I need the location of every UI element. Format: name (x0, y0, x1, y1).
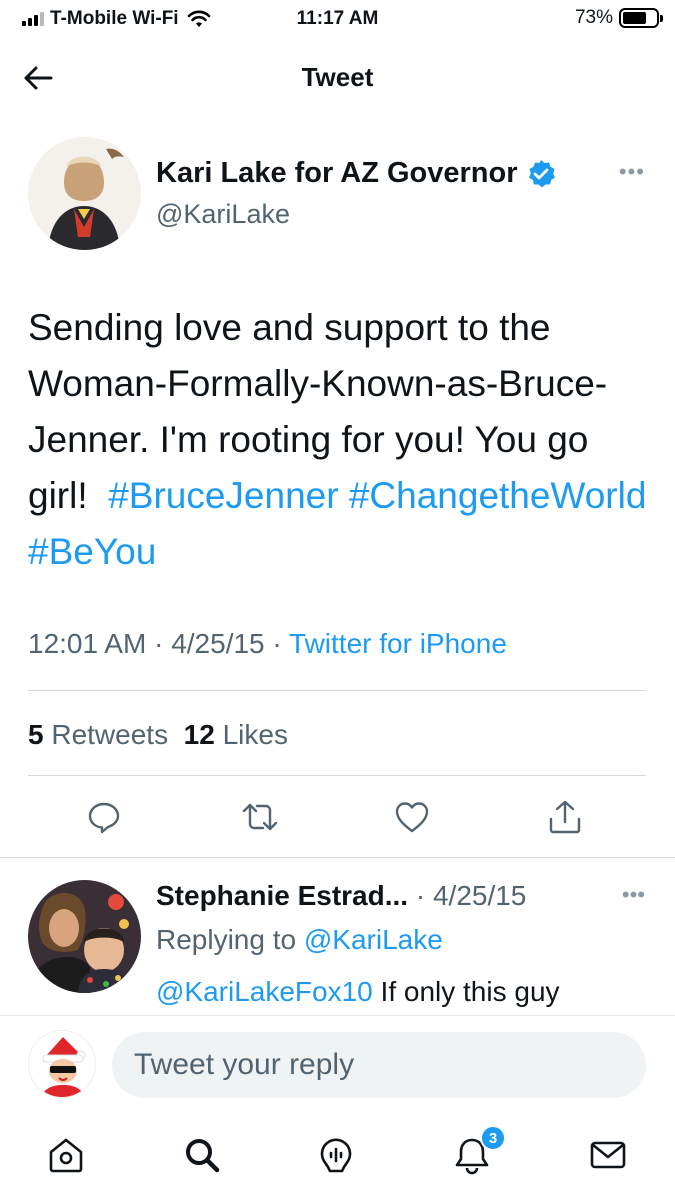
status-right: 73% (574, 7, 663, 29)
replying-to-mention[interactable]: @KariLake (304, 924, 443, 955)
retweet-button[interactable] (240, 797, 280, 837)
more-icon: ••• (621, 882, 645, 907)
like-icon (395, 802, 429, 833)
tab-search[interactable] (180, 1133, 224, 1177)
tweet-actions (0, 797, 675, 847)
bottom-tab-bar: 3 (0, 1115, 675, 1200)
status-bar: T-Mobile Wi-Fi 11:17 AM 73% (0, 0, 675, 40)
nav-header: Tweet (0, 50, 675, 105)
reply-author-name[interactable]: Stephanie Estrad... (156, 880, 408, 911)
reply-tweet[interactable]: Stephanie Estrad... · 4/25/15 ••• Replyi… (0, 857, 675, 1015)
reply-composer (0, 1015, 675, 1115)
replying-to: Replying to @KariLake (156, 924, 443, 956)
main-tweet: Kari Lake for AZ Governor @KariLake ••• … (0, 135, 675, 834)
author-avatar-image (28, 137, 141, 250)
hashtag-link[interactable]: #BeYou (28, 531, 156, 572)
reply-date: · 4/25/15 (415, 880, 527, 911)
hashtag-link[interactable]: #BruceJenner (108, 475, 338, 516)
tweet-source-link[interactable]: Twitter for iPhone (289, 628, 507, 659)
replying-prefix: Replying to (156, 924, 297, 955)
retweets-label: Retweets (51, 719, 169, 750)
divider (28, 775, 646, 776)
notification-badge: 3 (480, 1125, 506, 1151)
share-button[interactable] (545, 797, 585, 837)
reply-mention[interactable]: @KariLakeFox10 (156, 976, 373, 1007)
reply-avatar[interactable] (28, 880, 141, 993)
retweet-icon (242, 803, 278, 831)
retweets-count: 5 (28, 719, 44, 750)
home-icon (49, 1138, 83, 1173)
divider (28, 690, 646, 691)
reply-button[interactable] (84, 797, 124, 837)
reply-input[interactable] (112, 1032, 646, 1098)
reply-more-options-button[interactable]: ••• (622, 882, 645, 908)
tweet-time: 12:01 AM (28, 628, 147, 659)
tab-notifications[interactable]: 3 (450, 1125, 506, 1177)
reply-icon (88, 802, 120, 834)
more-options-button[interactable]: ••• (619, 159, 645, 185)
battery-fill (623, 12, 647, 24)
share-icon (549, 800, 581, 834)
spaces-icon (320, 1138, 352, 1173)
battery-percent: 73% (574, 7, 613, 28)
battery-icon (619, 8, 663, 28)
retweets-stat[interactable]: 5 Retweets (28, 719, 168, 750)
tab-spaces[interactable] (314, 1133, 358, 1177)
reply-avatar-image (28, 880, 141, 993)
reply-body-text: If only this guy (380, 976, 560, 1007)
meta-separator: · (272, 628, 282, 659)
tweet-author: Kari Lake for AZ Governor @KariLake ••• (0, 135, 675, 253)
author-avatar[interactable] (28, 137, 141, 250)
author-name[interactable]: Kari Lake for AZ Governor (156, 157, 556, 190)
tweet-text: Sending love and support to the Woman-Fo… (28, 300, 653, 580)
messages-icon (590, 1141, 626, 1169)
author-name-text: Kari Lake for AZ Governor (156, 157, 518, 189)
verified-badge-icon (528, 159, 555, 187)
my-avatar[interactable] (28, 1030, 96, 1098)
like-button[interactable] (392, 797, 432, 837)
likes-count: 12 (183, 719, 215, 750)
author-handle[interactable]: @KariLake (156, 199, 290, 230)
meta-separator: · (154, 628, 164, 659)
reply-text: @KariLakeFox10 If only this guy (156, 976, 560, 1008)
status-time: 11:17 AM (296, 8, 379, 29)
page-title: Tweet (301, 62, 374, 92)
hashtag-link[interactable]: #ChangetheWorld (349, 475, 647, 516)
search-icon (186, 1139, 220, 1173)
santa-avatar-image (29, 1031, 95, 1097)
tweet-stats: 5 Retweets 12 Likes (28, 719, 288, 751)
likes-label: Likes (222, 719, 288, 750)
reply-header: Stephanie Estrad... · 4/25/15 (156, 880, 526, 912)
tab-messages[interactable] (586, 1133, 630, 1177)
tweet-date: 4/25/15 (171, 628, 265, 659)
tweet-meta: 12:01 AM · 4/25/15 · Twitter for iPhone (28, 628, 507, 660)
likes-stat[interactable]: 12 Likes (184, 719, 288, 750)
more-icon: ••• (618, 159, 645, 184)
tab-home[interactable] (44, 1133, 88, 1177)
